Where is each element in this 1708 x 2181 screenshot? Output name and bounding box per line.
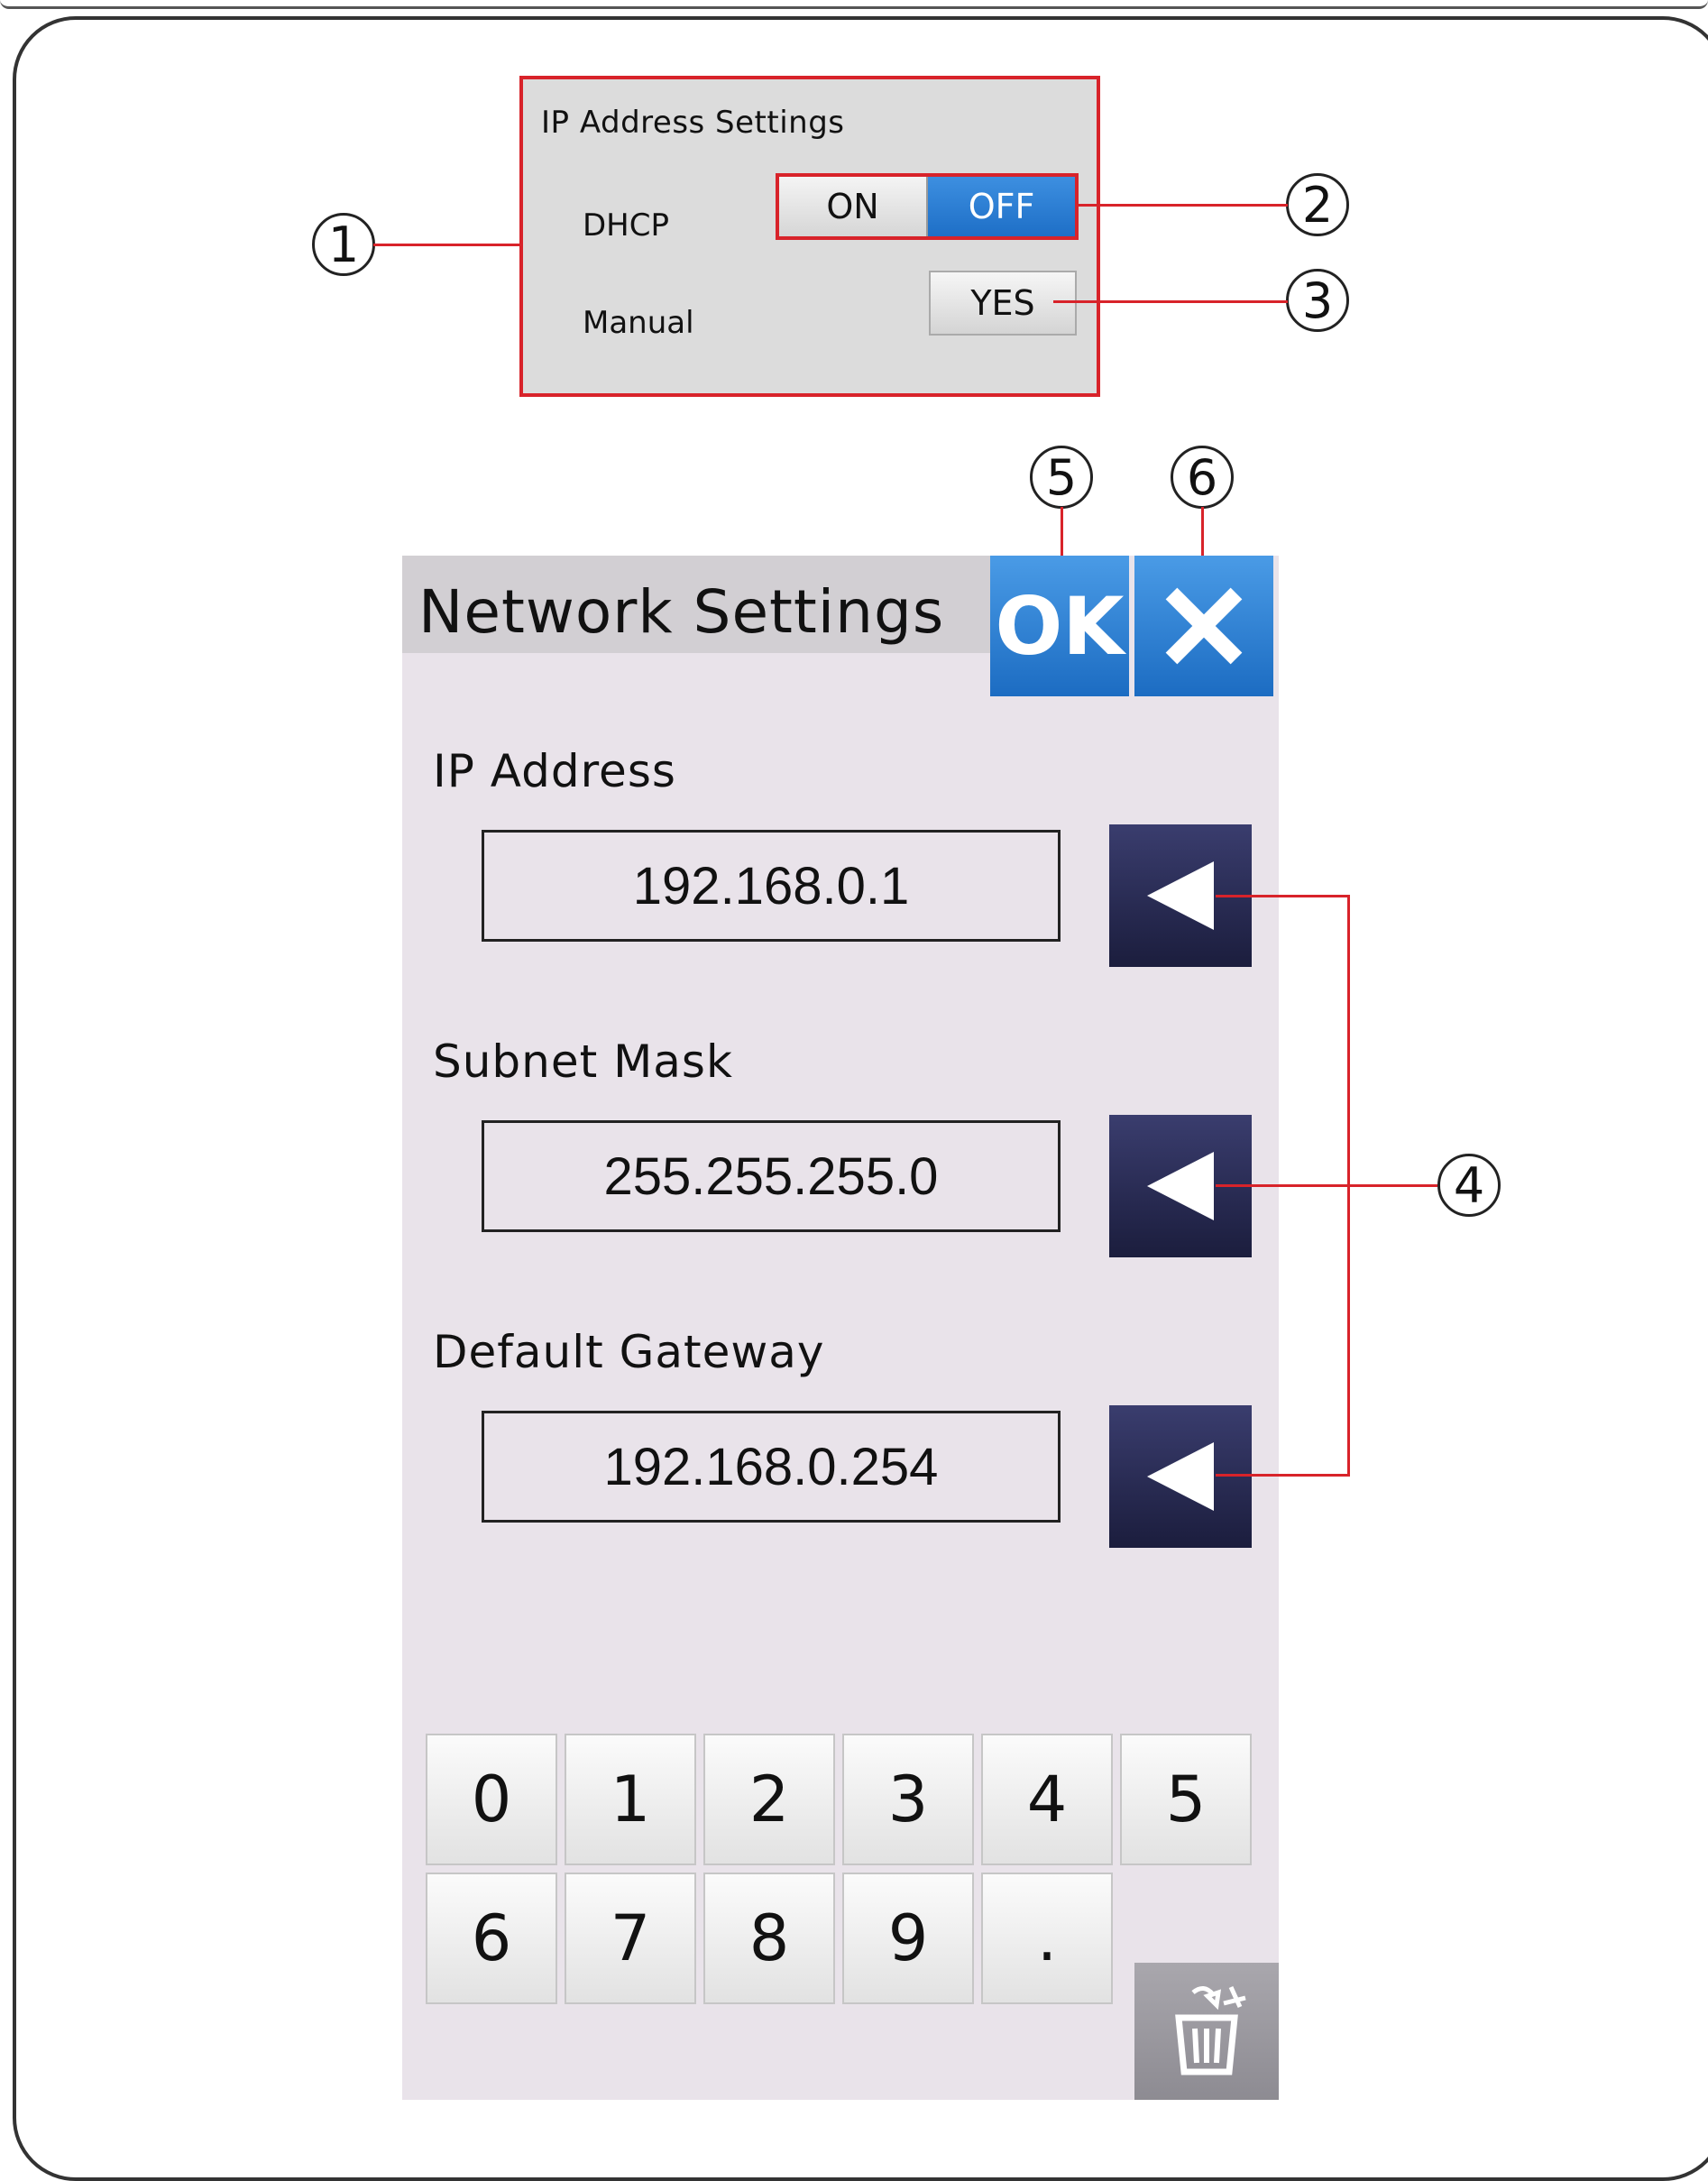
screen-header: Network Settings — [402, 556, 990, 653]
callout-4-leader-gateway — [1216, 1474, 1349, 1477]
dhcp-on-button[interactable]: ON — [779, 177, 928, 236]
ok-button[interactable]: OK — [990, 556, 1129, 696]
callout-2-leader — [1075, 204, 1288, 207]
dhcp-label: DHCP — [583, 207, 669, 244]
key-3[interactable]: 3 — [842, 1734, 974, 1865]
cancel-button[interactable] — [1134, 556, 1273, 696]
callout-6: 6 — [1171, 446, 1234, 509]
page-title: Network Settings — [418, 577, 945, 647]
ip-address-label: IP Address — [433, 745, 676, 797]
key-6[interactable]: 6 — [426, 1873, 557, 2004]
key-7[interactable]: 7 — [565, 1873, 696, 2004]
default-gateway-field[interactable]: 192.168.0.254 — [482, 1411, 1061, 1523]
left-arrow-icon — [1147, 861, 1214, 930]
default-gateway-label: Default Gateway — [433, 1326, 825, 1378]
dhcp-toggle[interactable]: ON OFF — [776, 173, 1079, 240]
key-dot[interactable]: . — [981, 1873, 1113, 2004]
key-4[interactable]: 4 — [981, 1734, 1113, 1865]
callout-5: 5 — [1030, 446, 1093, 509]
left-arrow-icon — [1147, 1442, 1214, 1511]
manual-label: Manual — [583, 305, 694, 341]
default-gateway-edit-button[interactable] — [1109, 1405, 1252, 1548]
callout-2: 2 — [1286, 173, 1349, 236]
subnet-mask-field[interactable]: 255.255.255.0 — [482, 1120, 1061, 1232]
close-icon — [1165, 587, 1243, 665]
callout-4-leader-ip — [1216, 895, 1349, 897]
ip-panel-title: IP Address Settings — [541, 105, 845, 141]
clear-button[interactable] — [1134, 1963, 1279, 2100]
key-8[interactable]: 8 — [703, 1873, 835, 2004]
manual-yes-button[interactable]: YES — [929, 271, 1077, 336]
callout-3-leader — [1053, 300, 1288, 303]
key-9[interactable]: 9 — [842, 1873, 974, 2004]
trash-icon — [1175, 1985, 1246, 2075]
key-0[interactable]: 0 — [426, 1734, 557, 1865]
callout-4: 4 — [1437, 1154, 1501, 1217]
network-settings-screen: Network Settings OK IP Address 192.168.0… — [402, 556, 1279, 2100]
dhcp-off-button[interactable]: OFF — [928, 177, 1075, 236]
top-rule — [0, 0, 1708, 9]
key-1[interactable]: 1 — [565, 1734, 696, 1865]
callout-3: 3 — [1286, 269, 1349, 332]
ip-address-settings-panel: IP Address Settings DHCP Manual ON OFF Y… — [519, 76, 1100, 397]
callout-4-leader-subnet — [1216, 1184, 1437, 1187]
left-arrow-icon — [1147, 1152, 1214, 1220]
callout-1: 1 — [312, 213, 375, 276]
callout-4-bracket — [1347, 895, 1350, 1477]
subnet-mask-label: Subnet Mask — [433, 1035, 733, 1088]
key-2[interactable]: 2 — [703, 1734, 835, 1865]
ip-address-field[interactable]: 192.168.0.1 — [482, 830, 1061, 942]
callout-1-leader — [373, 244, 523, 246]
key-5[interactable]: 5 — [1120, 1734, 1252, 1865]
